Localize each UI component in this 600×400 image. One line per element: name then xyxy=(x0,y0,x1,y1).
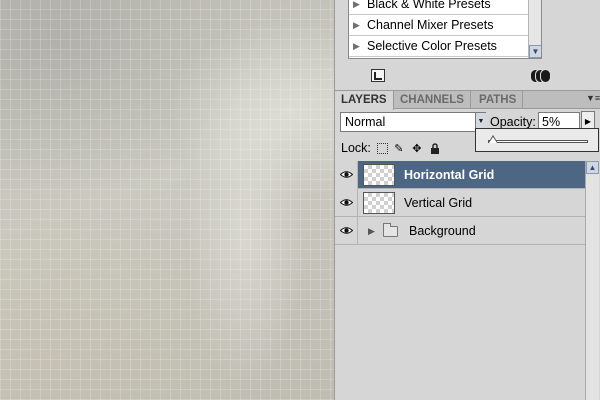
lock-label: Lock: xyxy=(341,141,371,155)
blend-mode-select[interactable]: Normal xyxy=(340,112,486,132)
layer-name[interactable]: Vertical Grid xyxy=(404,189,472,217)
tab-channels[interactable]: CHANNELS xyxy=(394,91,471,109)
right-panel-dock: ▶ Black & White Presets ▶ Channel Mixer … xyxy=(334,0,600,400)
lock-transparent-pixels-icon[interactable] xyxy=(376,142,388,154)
layer-name[interactable]: Horizontal Grid xyxy=(404,161,494,189)
preset-label: Black & White Presets xyxy=(367,0,491,11)
scroll-up-arrow-icon[interactable]: ▲ xyxy=(586,161,599,174)
horizontal-grid-overlay xyxy=(0,0,334,400)
lock-position-icon[interactable]: ✥ xyxy=(410,141,424,155)
document-canvas[interactable] xyxy=(0,0,334,400)
lock-image-pixels-icon[interactable]: ✎ xyxy=(392,141,406,155)
tab-layers[interactable]: LAYERS xyxy=(335,91,394,110)
expand-triangle-icon[interactable]: ▶ xyxy=(353,0,367,10)
layer-row[interactable]: Vertical Grid xyxy=(335,189,585,217)
eye-icon[interactable] xyxy=(335,189,358,217)
adjustments-footer xyxy=(335,64,600,88)
preset-item[interactable]: ▶ Channel Mixer Presets xyxy=(349,15,541,36)
preset-label: Selective Color Presets xyxy=(367,39,497,53)
layers-scrollbar[interactable]: ▲ xyxy=(585,161,599,400)
preset-label: Channel Mixer Presets xyxy=(367,18,494,32)
visibility-toggle-icon[interactable] xyxy=(530,69,551,83)
opacity-slider-track[interactable] xyxy=(488,140,588,143)
adjustment-presets-list: ▶ Black & White Presets ▶ Channel Mixer … xyxy=(348,0,542,59)
expand-triangle-icon[interactable]: ▶ xyxy=(353,20,367,31)
opacity-slider-thumb[interactable] xyxy=(488,135,498,145)
lock-all-icon[interactable] xyxy=(428,141,442,155)
eye-icon[interactable] xyxy=(335,161,358,189)
return-to-list-icon[interactable] xyxy=(371,69,385,82)
expand-triangle-icon[interactable]: ▶ xyxy=(368,217,375,245)
lock-row: Lock: ✎ ✥ xyxy=(341,138,446,158)
eye-icon[interactable] xyxy=(335,217,358,245)
layer-thumbnail[interactable] xyxy=(363,192,395,214)
expand-triangle-icon[interactable]: ▶ xyxy=(353,41,367,52)
layer-name[interactable]: Background xyxy=(409,217,476,245)
preset-item[interactable]: ▶ Black & White Presets xyxy=(349,0,541,15)
layer-group-row[interactable]: ▶ Background xyxy=(335,217,585,245)
layer-thumbnail[interactable] xyxy=(363,164,395,186)
opacity-slider-popup[interactable] xyxy=(475,128,599,152)
tab-paths[interactable]: PATHS xyxy=(473,91,524,109)
layers-panel-tabs: LAYERS CHANNELS PATHS ▼≡ xyxy=(335,90,600,110)
layer-row[interactable]: Horizontal Grid xyxy=(335,161,585,189)
layers-list: Horizontal Grid Vertical Grid ▶ Backgrou… xyxy=(335,161,585,400)
presets-scrollbar[interactable]: ▼ xyxy=(528,0,541,58)
panel-menu-icon[interactable]: ▼≡ xyxy=(586,93,600,105)
preset-item[interactable]: ▶ Selective Color Presets xyxy=(349,36,541,57)
folder-icon xyxy=(383,223,398,237)
scroll-down-arrow-icon[interactable]: ▼ xyxy=(529,45,541,58)
